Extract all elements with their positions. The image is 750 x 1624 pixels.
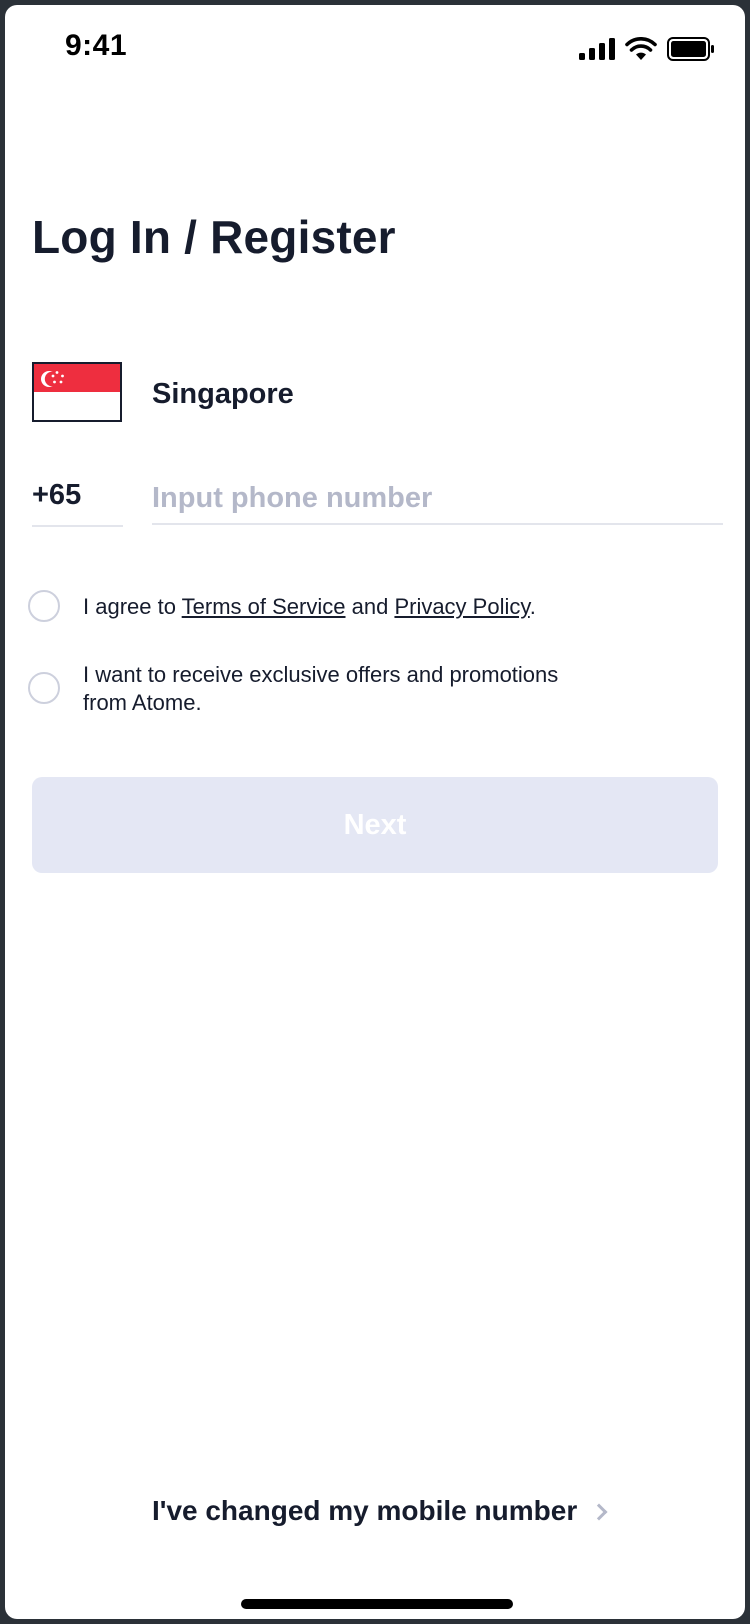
- terms-consent-text: I agree to Terms of Service and Privacy …: [83, 593, 536, 621]
- next-button[interactable]: Next: [32, 777, 718, 873]
- marketing-consent-line-1: I want to receive exclusive offers and p…: [83, 662, 559, 687]
- home-indicator: [241, 1599, 513, 1609]
- terms-suffix: .: [529, 594, 536, 619]
- status-icons: [579, 37, 715, 61]
- terms-conjunction: and: [345, 594, 395, 619]
- marketing-consent-text: I want to receive exclusive offers and p…: [83, 661, 558, 717]
- terms-checkbox[interactable]: [28, 590, 60, 622]
- country-selector[interactable]: Singapore: [152, 378, 294, 411]
- status-time: 9:41: [65, 29, 128, 62]
- marketing-consent-line-2: from Atome.: [83, 690, 202, 715]
- wifi-icon: [625, 37, 657, 60]
- privacy-policy-link[interactable]: Privacy Policy: [394, 594, 529, 619]
- chevron-right-icon: [590, 1503, 608, 1521]
- battery-icon: [667, 37, 714, 61]
- terms-prefix: I agree to: [83, 594, 182, 619]
- marketing-checkbox[interactable]: [28, 672, 60, 704]
- terms-of-service-link[interactable]: Terms of Service: [182, 594, 346, 619]
- phone-number-input[interactable]: [152, 473, 723, 525]
- screen: 9:41 Log In / Register Singapore +65 Inp…: [5, 5, 745, 1619]
- dial-code[interactable]: +65: [32, 479, 81, 512]
- signal-icon: [579, 38, 615, 60]
- page-title: Log In / Register: [32, 211, 396, 263]
- dial-code-underline: [32, 525, 123, 527]
- singapore-flag-icon[interactable]: [32, 362, 122, 422]
- changed-mobile-number-label: I've changed my mobile number: [152, 1495, 578, 1526]
- changed-mobile-number-link[interactable]: I've changed my mobile number: [152, 1495, 608, 1527]
